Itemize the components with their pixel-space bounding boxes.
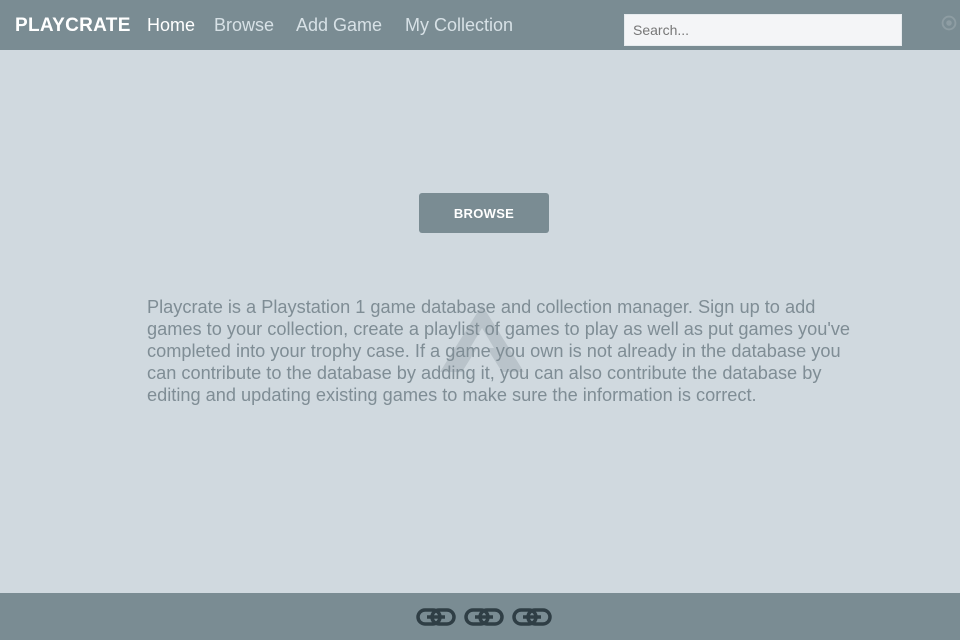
- search-input[interactable]: [624, 14, 902, 46]
- site-description: Playcrate is a Playstation 1 game databa…: [147, 297, 851, 405]
- link-icon[interactable]: [464, 605, 504, 629]
- nav-item-home[interactable]: Home: [147, 15, 195, 36]
- main-content: BROWSE Playcrate is a Playstation 1 game…: [0, 50, 960, 593]
- nav-item-add-game[interactable]: Add Game: [296, 15, 382, 36]
- browse-button[interactable]: BROWSE: [419, 193, 549, 233]
- link-icon[interactable]: [512, 605, 552, 629]
- top-navbar: PLAYCRATE Home Browse Add Game My Collec…: [0, 0, 960, 50]
- nav-item-my-collection[interactable]: My Collection: [405, 15, 513, 36]
- brand-logo[interactable]: PLAYCRATE: [15, 15, 131, 37]
- nav-item-browse[interactable]: Browse: [214, 15, 274, 36]
- gear-icon[interactable]: [938, 12, 960, 34]
- link-icon[interactable]: [416, 605, 456, 629]
- footer: [0, 593, 960, 640]
